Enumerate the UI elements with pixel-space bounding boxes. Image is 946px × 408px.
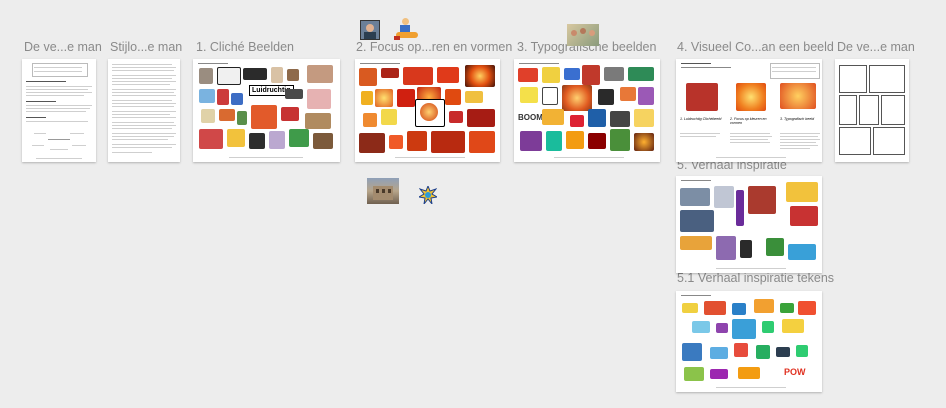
- comic-burst-icon[interactable]: [417, 184, 439, 206]
- board-label-verhaal-inspiratie-tekens[interactable]: 5.1 Verhaal inspiratie tekens: [677, 271, 834, 285]
- page-de-verhalende-man[interactable]: [22, 59, 96, 162]
- page-verhaal-inspiratie-tekens[interactable]: POW: [676, 291, 822, 392]
- step1-label: 1. Luidruchtig Clichébeeld: [680, 117, 722, 121]
- portrait-photo-icon[interactable]: [360, 20, 380, 40]
- onomatopee-text: BOOM: [518, 113, 543, 122]
- step2-label: 2. Focus op kleuren en vormen: [730, 117, 767, 125]
- step3-label: 3. Typografisch beeld: [780, 117, 815, 121]
- page-comic-grid[interactable]: [835, 59, 909, 162]
- page-cliche-beelden[interactable]: Luidruchtig: [193, 59, 340, 162]
- person-with-vacuum-icon[interactable]: [394, 18, 420, 40]
- page-visueel-concept[interactable]: 1. Luidruchtig Clichébeeld 2. Focus op k…: [676, 59, 822, 162]
- board-label-cliche-beelden[interactable]: 1. Cliché Beelden: [196, 40, 294, 54]
- board-label-stijloefening[interactable]: Stijlo...e man: [110, 40, 182, 54]
- board-label-focus-kleuren[interactable]: 2. Focus op...ren en vormen: [356, 40, 512, 54]
- board-label-de-verhalende-man-2[interactable]: De ve...e man: [837, 40, 915, 54]
- page-verhaal-inspiratie[interactable]: [676, 176, 822, 273]
- building-photo-icon[interactable]: [367, 178, 399, 204]
- page-typografische-beelden[interactable]: BOOM: [514, 59, 660, 162]
- group-photo-icon[interactable]: [567, 24, 599, 46]
- board-label-de-verhalende-man[interactable]: De ve...e man: [24, 40, 102, 54]
- board-label-visueel-concept[interactable]: 4. Visueel Co...an een beeld: [677, 40, 834, 54]
- page-focus-kleuren-vormen[interactable]: [355, 59, 500, 162]
- onomatopee-text-2: POW: [784, 367, 806, 377]
- page-stijloefening[interactable]: [108, 59, 180, 162]
